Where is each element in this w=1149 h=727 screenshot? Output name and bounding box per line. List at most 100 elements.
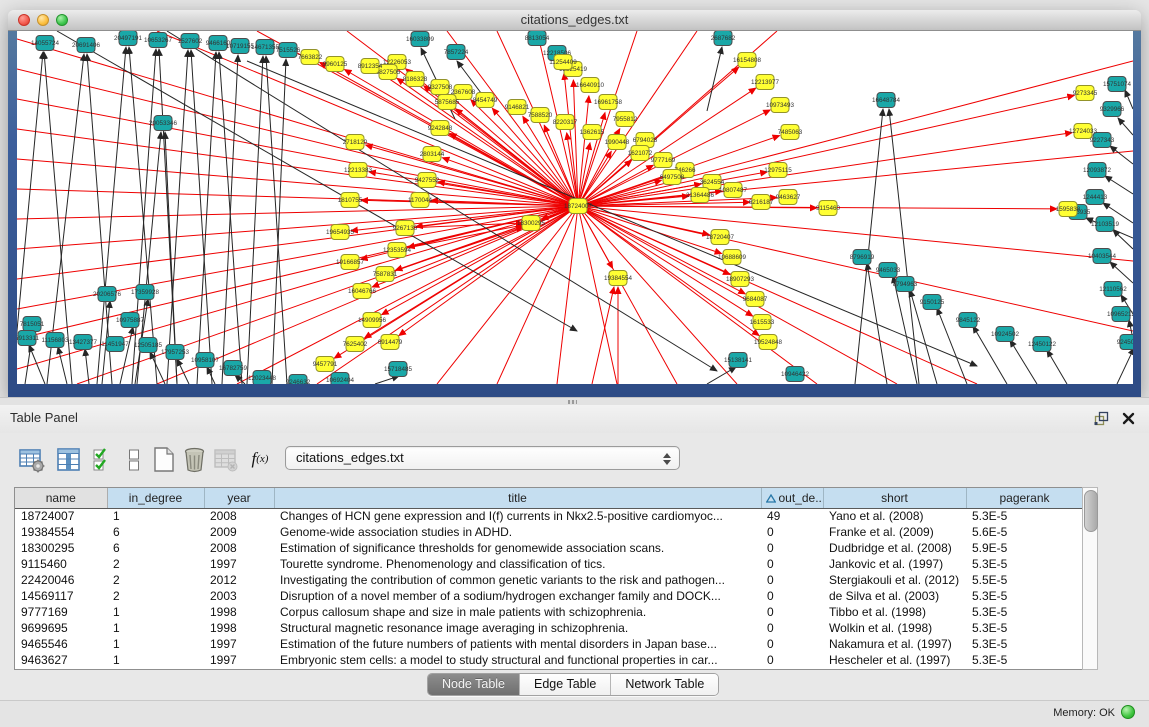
graph-node[interactable]: 16648784	[872, 93, 901, 108]
graph-node[interactable]: 8794963	[893, 277, 918, 292]
table-cell[interactable]: 9699695	[15, 620, 107, 636]
graph-node[interactable]: 9150125	[920, 295, 945, 310]
new-column-icon[interactable]	[150, 445, 178, 473]
table-row[interactable]: 1456911722003Disruption of a novel membe…	[15, 588, 1083, 604]
table-cell[interactable]: Genome-wide association studies in ADHD.	[274, 524, 761, 540]
graph-node[interactable]: 19384554	[604, 271, 633, 286]
table-cell[interactable]: 5.3E-5	[966, 556, 1083, 572]
table-cell[interactable]: 5.3E-5	[966, 604, 1083, 620]
window-titlebar[interactable]: citations_edges.txt	[8, 10, 1141, 31]
table-cell[interactable]: 1998	[204, 620, 274, 636]
graph-node[interactable]: 14055724	[31, 36, 60, 51]
table-cell[interactable]: 9463627	[15, 652, 107, 668]
graph-node[interactable]: 6914479	[378, 335, 403, 350]
table-cell[interactable]: 2008	[204, 508, 274, 524]
column-header-pagerank[interactable]: pagerank	[966, 488, 1083, 508]
graph-node[interactable]: 10946422	[781, 367, 810, 382]
table-cell[interactable]: 5.3E-5	[966, 620, 1083, 636]
graph-node[interactable]: 20497191	[114, 31, 143, 46]
table-cell[interactable]: 0	[761, 620, 823, 636]
table-cell[interactable]: Disruption of a novel member of a sodium…	[274, 588, 761, 604]
table-cell[interactable]: 9465546	[15, 636, 107, 652]
graph-node[interactable]: 3913311	[17, 331, 40, 346]
table-cell[interactable]: 5.3E-5	[966, 508, 1083, 524]
graph-node[interactable]: 15751074	[1103, 77, 1132, 92]
table-cell[interactable]: 5.3E-5	[966, 588, 1083, 604]
table-row[interactable]: 969969511998Structural magnetic resonanc…	[15, 620, 1083, 636]
graph-node[interactable]: 7955812	[613, 112, 638, 127]
delete-column-icon[interactable]	[180, 445, 208, 473]
table-cell[interactable]: 9115460	[15, 556, 107, 572]
graph-node[interactable]: 18720407	[706, 230, 735, 245]
graph-node[interactable]: 12110562	[1099, 282, 1127, 297]
table-row[interactable]: 977716911998Corpus callosum shape and si…	[15, 604, 1083, 620]
table-cell[interactable]: Franke et al. (2009)	[823, 524, 966, 540]
graph-node[interactable]: 10958107	[191, 353, 220, 368]
table-cell[interactable]: 2008	[204, 540, 274, 556]
graph-node[interactable]: 6497508	[660, 170, 685, 185]
column-header-title[interactable]: title	[274, 488, 761, 508]
function-builder-icon[interactable]: f(x)	[246, 445, 274, 473]
table-row[interactable]: 1938455462009Genome-wide association stu…	[15, 524, 1083, 540]
graph-node[interactable]: 1990448	[605, 135, 630, 150]
table-scrollbar[interactable]	[1082, 487, 1098, 670]
graph-node[interactable]: 12093872	[1083, 163, 1112, 178]
table-cell[interactable]: Structural magnetic resonance image aver…	[274, 620, 761, 636]
table-cell[interactable]: 1997	[204, 636, 274, 652]
tab-node-table[interactable]: Node Table	[428, 674, 520, 695]
table-cell[interactable]: 1997	[204, 556, 274, 572]
graph-node[interactable]: 7857224	[444, 45, 469, 60]
column-visibility-icon[interactable]	[54, 445, 82, 473]
graph-node[interactable]: 6216187	[749, 195, 774, 210]
graph-node[interactable]: 9457791	[313, 357, 338, 372]
graph-node[interactable]: 9777169	[651, 153, 676, 168]
graph-node[interactable]: 7588520	[528, 108, 553, 123]
graph-node[interactable]: 9115460	[816, 201, 841, 216]
tab-edge-table[interactable]: Edge Table	[520, 674, 611, 695]
table-row[interactable]: 2242004622012Investigating the contribut…	[15, 572, 1083, 588]
table-cell[interactable]: 22420046	[15, 572, 107, 588]
table-cell[interactable]: 2003	[204, 588, 274, 604]
graph-node[interactable]: 9267130	[393, 221, 418, 236]
graph-node[interactable]: 17957253	[161, 345, 190, 360]
table-cell[interactable]: 0	[761, 652, 823, 668]
table-cell[interactable]: 5.6E-5	[966, 524, 1083, 540]
table-cell[interactable]: Investigating the contribution of common…	[274, 572, 761, 588]
table-cell[interactable]: 2	[107, 572, 204, 588]
column-header-year[interactable]: year	[204, 488, 274, 508]
graph-node[interactable]: 9329966	[1100, 102, 1125, 117]
table-cell[interactable]: Tourette syndrome. Phenomenology and cla…	[274, 556, 761, 572]
table-row[interactable]: 1872400712008Changes of HCN gene express…	[15, 508, 1083, 524]
graph-node[interactable]: 12505185	[134, 338, 163, 353]
tab-network-table[interactable]: Network Table	[611, 674, 718, 695]
graph-node[interactable]: 1362615	[580, 125, 605, 140]
graph-node[interactable]: 10924502	[991, 327, 1020, 342]
select-all-icon[interactable]	[88, 445, 116, 473]
graph-node[interactable]: 20206576	[93, 287, 122, 302]
table-cell[interactable]: 1	[107, 652, 204, 668]
graph-node[interactable]: 11156803	[41, 333, 69, 348]
graph-node[interactable]: 19524848	[754, 335, 783, 350]
table-cell[interactable]: 19384554	[15, 524, 107, 540]
graph-node[interactable]: 1810755	[338, 193, 363, 208]
graph-node[interactable]: 16154808	[733, 53, 762, 68]
table-cell[interactable]: Nakamura et al. (1997)	[823, 636, 966, 652]
graph-node[interactable]: 2718120	[343, 135, 368, 150]
graph-node[interactable]: 12213977	[751, 75, 780, 90]
graph-node[interactable]: 10403544	[1088, 249, 1117, 264]
graph-node[interactable]: 1244413	[1083, 190, 1108, 205]
table-cell[interactable]: 1997	[204, 652, 274, 668]
graph-node[interactable]: 7663822	[298, 50, 323, 65]
graph-node[interactable]: 7587831	[373, 267, 398, 282]
table-cell[interactable]: 5.3E-5	[966, 652, 1083, 668]
graph-node[interactable]: 8796919	[850, 250, 875, 265]
graph-node[interactable]: 17359928	[131, 285, 160, 300]
graph-node[interactable]: 9465033	[876, 263, 901, 278]
graph-node[interactable]: 16961758	[594, 95, 623, 110]
table-cell[interactable]: Hescheler et al. (1997)	[823, 652, 966, 668]
table-cell[interactable]: de Silva et al. (2003)	[823, 588, 966, 604]
graph-node[interactable]: 5875685	[435, 95, 460, 110]
table-cell[interactable]: 14569117	[15, 588, 107, 604]
graph-node[interactable]: 15718485	[384, 362, 413, 377]
panel-divider[interactable]	[0, 397, 1149, 405]
